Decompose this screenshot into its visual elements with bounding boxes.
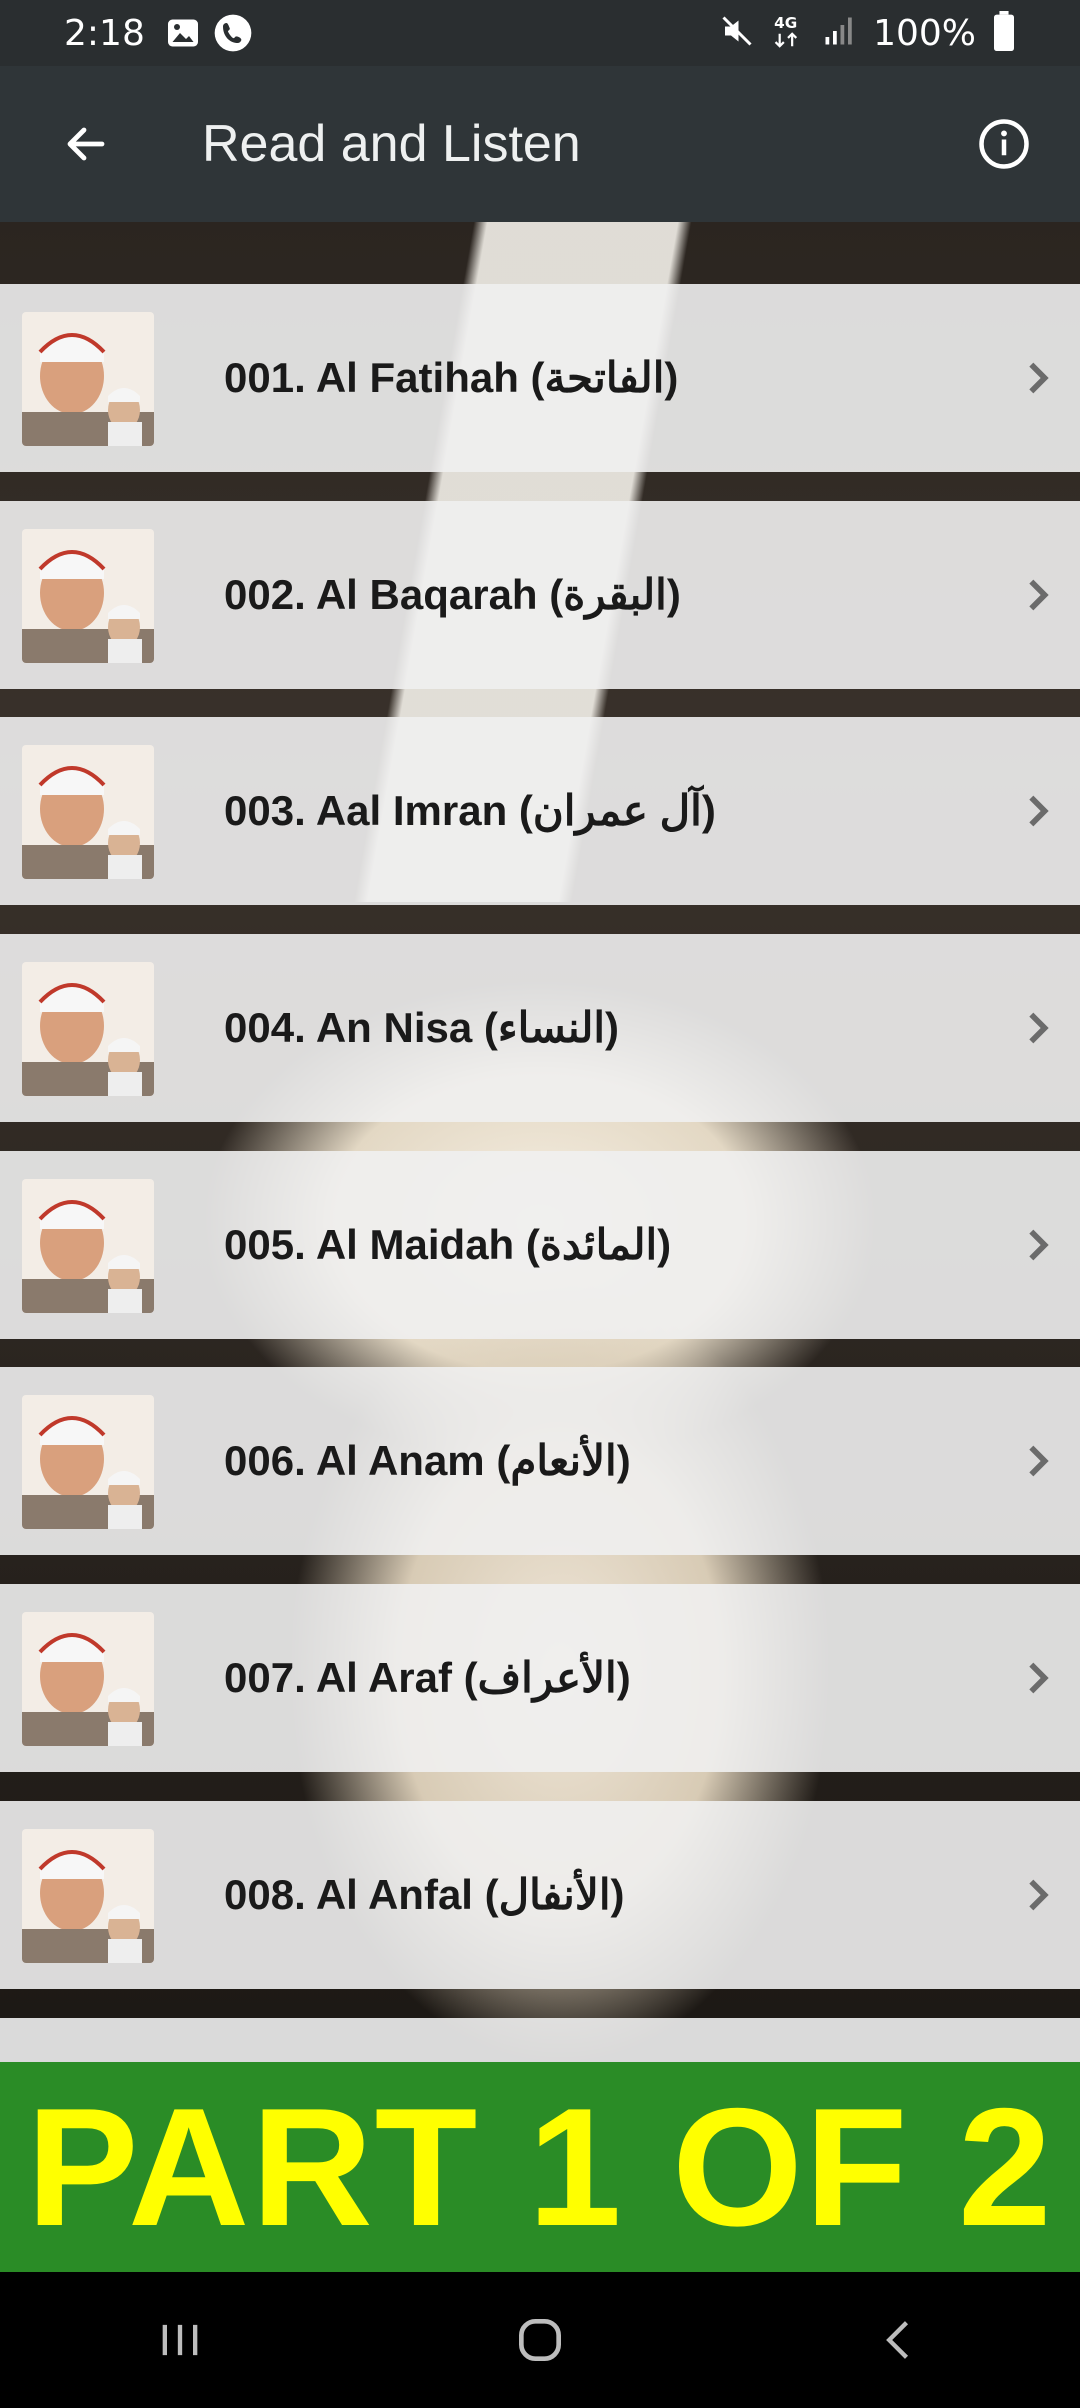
recents-icon [162, 2324, 198, 2356]
banner-text: PART 1 OF 2 [26, 2072, 1054, 2261]
system-nav-bar [0, 2272, 1080, 2408]
list-item[interactable]: 001. Al Fatihah (الفاتحة) [0, 284, 1080, 472]
part-banner: PART 1 OF 2 [0, 2062, 1080, 2272]
battery-percent: 100% [873, 12, 976, 54]
back-icon [886, 2321, 909, 2359]
call-icon [213, 13, 253, 53]
page-title: Read and Listen [202, 115, 581, 173]
home-button[interactable] [480, 2290, 600, 2390]
gallery-icon [165, 15, 201, 51]
surah-label: 001. Al Fatihah (الفاتحة) [224, 354, 679, 401]
back-button[interactable] [52, 110, 120, 178]
network-label: 4G [774, 14, 797, 32]
battery-icon [992, 11, 1016, 55]
reciter-thumbnail [22, 1395, 154, 1529]
signal-icon [821, 13, 857, 53]
surah-label: 002. Al Baqarah (البقرة) [224, 571, 681, 618]
arrow-left-icon [67, 127, 105, 161]
chevron-right-icon [1029, 1012, 1049, 1044]
network-4g-icon: 4G [771, 13, 805, 53]
reciter-thumbnail [22, 312, 154, 446]
surah-label: 004. An Nisa (النساء) [224, 1004, 620, 1051]
chevron-right-icon [1029, 579, 1049, 611]
info-circle-icon [979, 119, 1029, 169]
status-time: 2:18 [64, 12, 145, 54]
list-item[interactable]: 006. Al Anam (الأنعام) [0, 1367, 1080, 1555]
chevron-right-icon [1029, 795, 1049, 827]
mute-icon [719, 13, 755, 53]
chevron-right-icon [1029, 1229, 1049, 1261]
nav-back-button[interactable] [840, 2290, 960, 2390]
surah-label: 003. Aal Imran (آل عمران) [224, 787, 716, 834]
app-bar: Read and Listen [0, 66, 1080, 222]
surah-list[interactable]: 001. Al Fatihah (الفاتحة) 002. Al Baqara… [0, 222, 1080, 2062]
surah-label: 005. Al Maidah (المائدة) [224, 1221, 672, 1268]
reciter-thumbnail [22, 1612, 154, 1746]
info-button[interactable] [970, 110, 1038, 178]
reciter-thumbnail [22, 745, 154, 879]
chevron-right-icon [1029, 362, 1049, 394]
chevron-right-icon [1029, 1879, 1049, 1911]
surah-label: 008. Al Anfal (الأنفال) [224, 1871, 625, 1918]
chevron-right-icon [1029, 1662, 1049, 1694]
reciter-thumbnail [22, 962, 154, 1096]
list-item[interactable]: 005. Al Maidah (المائدة) [0, 1151, 1080, 1339]
list-item[interactable]: 003. Aal Imran (آل عمران) [0, 717, 1080, 905]
reciter-thumbnail [22, 529, 154, 663]
list-item[interactable]: 008. Al Anfal (الأنفال) [0, 1801, 1080, 1989]
status-bar: 2:18 4G 100% [0, 0, 1080, 66]
list-item[interactable]: 004. An Nisa (النساء) [0, 934, 1080, 1122]
reciter-thumbnail [22, 1179, 154, 1313]
list-item[interactable]: 007. Al Araf (الأعراف) [0, 1584, 1080, 1772]
list-item[interactable]: 002. Al Baqarah (البقرة) [0, 501, 1080, 689]
surah-label: 007. Al Araf (الأعراف) [224, 1654, 631, 1701]
chevron-right-icon [1029, 1445, 1049, 1477]
list-item-partial[interactable] [0, 2018, 1080, 2062]
home-icon [519, 2319, 561, 2361]
reciter-thumbnail [22, 1829, 154, 1963]
recents-button[interactable] [120, 2290, 240, 2390]
surah-label: 006. Al Anam (الأنعام) [224, 1437, 631, 1484]
